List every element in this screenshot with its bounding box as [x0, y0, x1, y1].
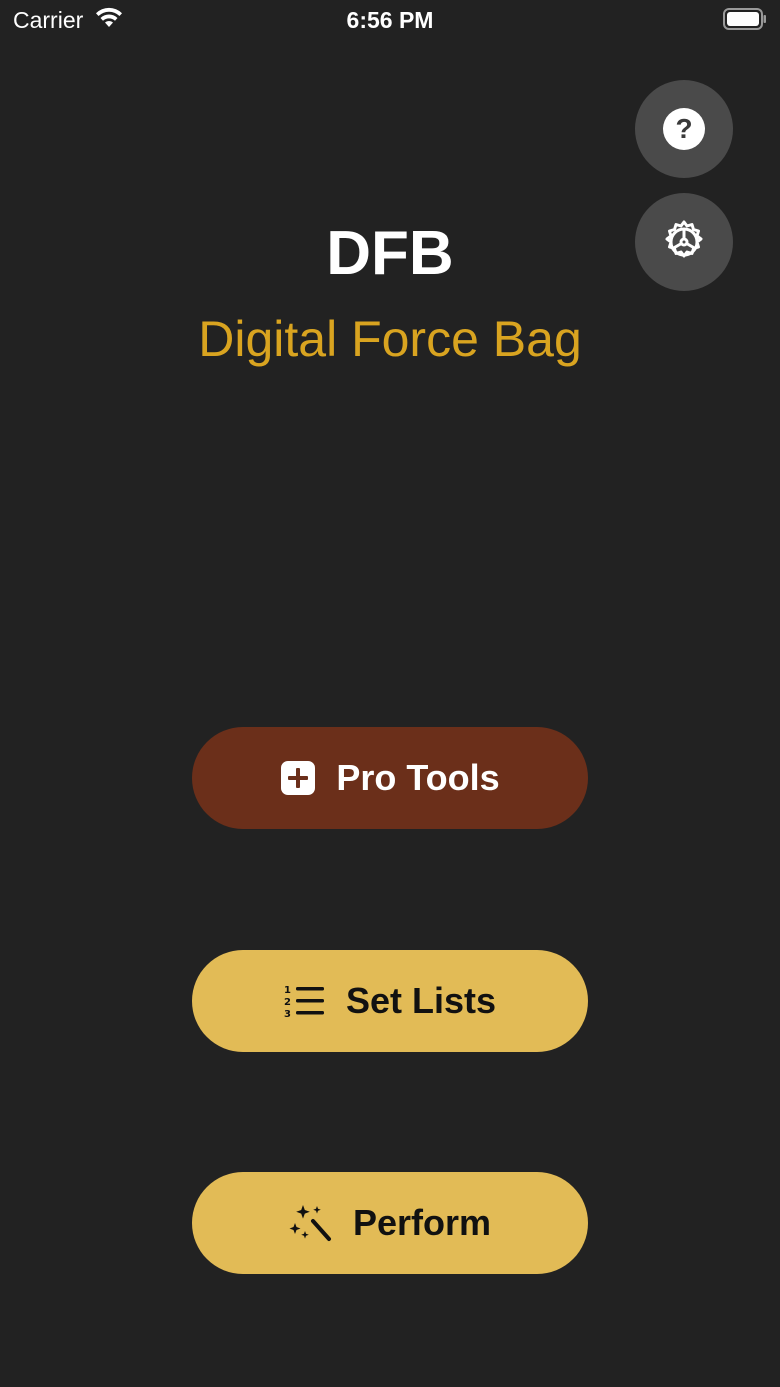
battery-icon: [723, 8, 766, 30]
question-mark-icon: ?: [663, 108, 705, 150]
status-bar: Carrier 6:56 PM: [0, 0, 780, 40]
home-screen: Carrier 6:56 PM ? DFB Digital Force Bag …: [0, 0, 780, 1387]
magic-wand-icon: [289, 1203, 333, 1243]
perform-button[interactable]: Perform: [192, 1172, 588, 1274]
pro-tools-button[interactable]: Pro Tools: [192, 727, 588, 829]
set-lists-button[interactable]: 1 2 3 Set Lists: [192, 950, 588, 1052]
help-button[interactable]: ?: [635, 80, 733, 178]
app-title: DFB: [326, 219, 454, 288]
svg-text:2: 2: [284, 997, 291, 1008]
clock: 6:56 PM: [346, 7, 434, 33]
svg-text:1: 1: [284, 985, 291, 996]
perform-label: Perform: [352, 1202, 492, 1243]
plus-square-icon: [280, 760, 316, 796]
set-lists-label: Set Lists: [345, 980, 497, 1021]
svg-text:3: 3: [284, 1009, 291, 1019]
pro-tools-label: Pro Tools: [336, 757, 500, 798]
app-subtitle: Digital Force Bag: [198, 311, 582, 367]
numbered-list-icon: 1 2 3: [284, 983, 326, 1019]
